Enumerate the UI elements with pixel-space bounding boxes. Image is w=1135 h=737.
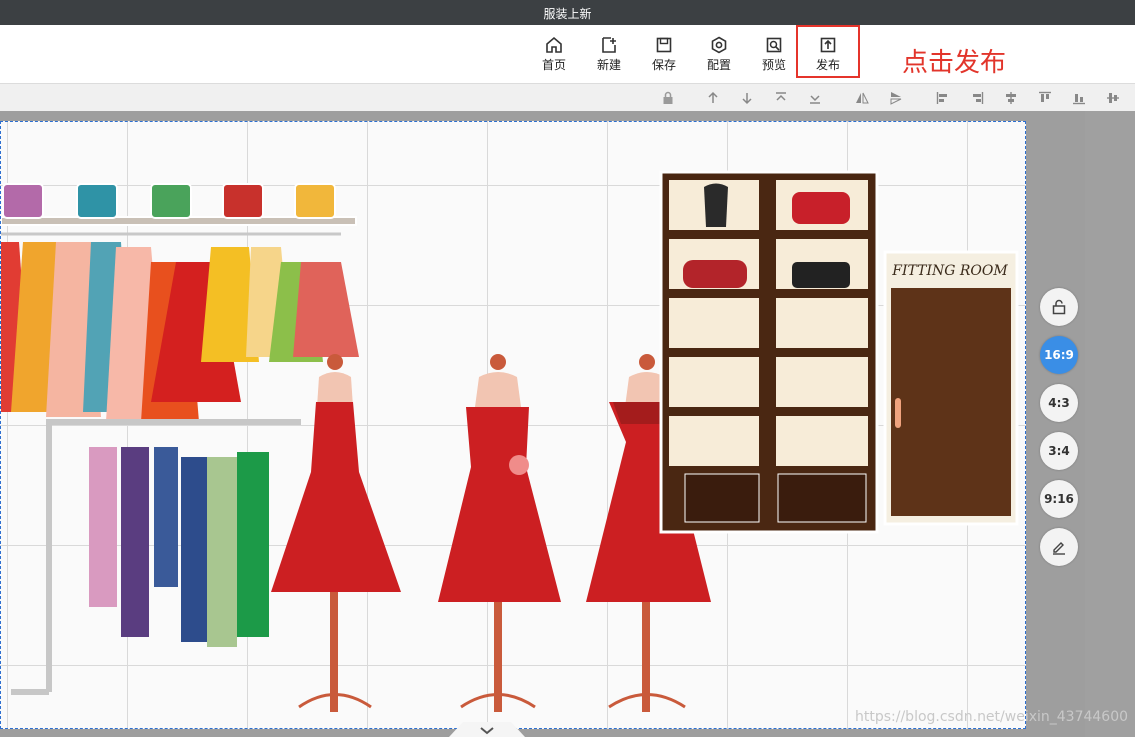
window-titlebar: 服装上新 — [0, 0, 1135, 25]
preview-icon — [766, 37, 782, 53]
fitting-room-door[interactable]: FITTING ROOM — [883, 250, 1019, 526]
send-to-back-icon[interactable] — [808, 91, 822, 105]
upper-rack-dresses[interactable] — [1, 242, 359, 422]
folded-clothes-stacks — [2, 183, 336, 219]
new-file-icon — [602, 37, 616, 53]
unlock-button[interactable] — [1040, 288, 1078, 326]
config-button[interactable]: 配置 — [696, 33, 742, 77]
watermark-text: https://blog.csdn.net/weixin_43744600 — [855, 709, 1129, 725]
ratio-3-4-label: 3:4 — [1048, 444, 1070, 458]
bring-to-front-icon[interactable] — [774, 91, 788, 105]
mannequin-dress-2[interactable] — [438, 354, 561, 712]
ratio-4-3-button[interactable]: 4:3 — [1040, 384, 1078, 422]
move-up-icon[interactable] — [706, 91, 720, 105]
unlock-icon — [1052, 299, 1066, 315]
align-top-icon[interactable] — [1038, 91, 1052, 105]
preview-button-label: 预览 — [761, 58, 786, 72]
mannequin-dress-1[interactable] — [271, 354, 401, 712]
config-button-label: 配置 — [706, 58, 731, 72]
preview-button[interactable]: 预览 — [751, 33, 797, 77]
ratio-16-9-label: 16:9 — [1044, 348, 1074, 362]
flip-horizontal-icon[interactable] — [855, 91, 869, 105]
arrange-toolbar — [0, 83, 1135, 113]
accessory-shelf[interactable] — [659, 170, 879, 534]
new-button[interactable]: 新建 — [586, 33, 632, 77]
home-icon — [546, 36, 562, 53]
design-canvas[interactable]: FITTING ROOM — [0, 121, 1026, 729]
ratio-3-4-button[interactable]: 3:4 — [1040, 432, 1078, 470]
align-right-icon[interactable] — [970, 91, 984, 105]
move-down-icon[interactable] — [740, 91, 754, 105]
save-button-label: 保存 — [651, 58, 676, 72]
home-button[interactable]: 首页 — [531, 33, 577, 77]
publish-annotation: 点击发布 — [902, 48, 1007, 78]
lower-clothes-rack[interactable] — [11, 419, 301, 695]
save-icon — [656, 37, 672, 53]
pencil-icon — [1053, 542, 1065, 555]
ratio-9-16-label: 9:16 — [1044, 492, 1074, 506]
flip-vertical-icon[interactable] — [889, 91, 903, 105]
home-button-label: 首页 — [541, 58, 566, 72]
ratio-16-9-button[interactable]: 16:9 — [1040, 336, 1078, 374]
window-title: 服装上新 — [543, 7, 592, 21]
collapse-panel-tab[interactable] — [449, 722, 525, 737]
new-button-label: 新建 — [596, 58, 621, 72]
fitting-room-sign: FITTING ROOM — [891, 263, 1008, 279]
save-button[interactable]: 保存 — [641, 33, 687, 77]
align-left-icon[interactable] — [936, 91, 950, 105]
top-shelf[interactable] — [1, 183, 357, 236]
clothing-store-illustration: FITTING ROOM — [1, 170, 1019, 712]
publish-highlight-box — [796, 25, 860, 78]
align-center-horizontal-icon[interactable] — [1004, 91, 1018, 105]
ratio-9-16-button[interactable]: 9:16 — [1040, 480, 1078, 518]
align-middle-vertical-icon[interactable] — [1106, 91, 1120, 105]
canvas-area: FITTING ROOM — [0, 111, 1085, 737]
edit-button[interactable] — [1040, 528, 1078, 566]
settings-icon — [711, 36, 727, 54]
right-side-panel — [1085, 111, 1135, 737]
ratio-4-3-label: 4:3 — [1048, 396, 1070, 410]
lock-icon[interactable] — [661, 91, 675, 105]
align-bottom-icon[interactable] — [1072, 91, 1086, 105]
